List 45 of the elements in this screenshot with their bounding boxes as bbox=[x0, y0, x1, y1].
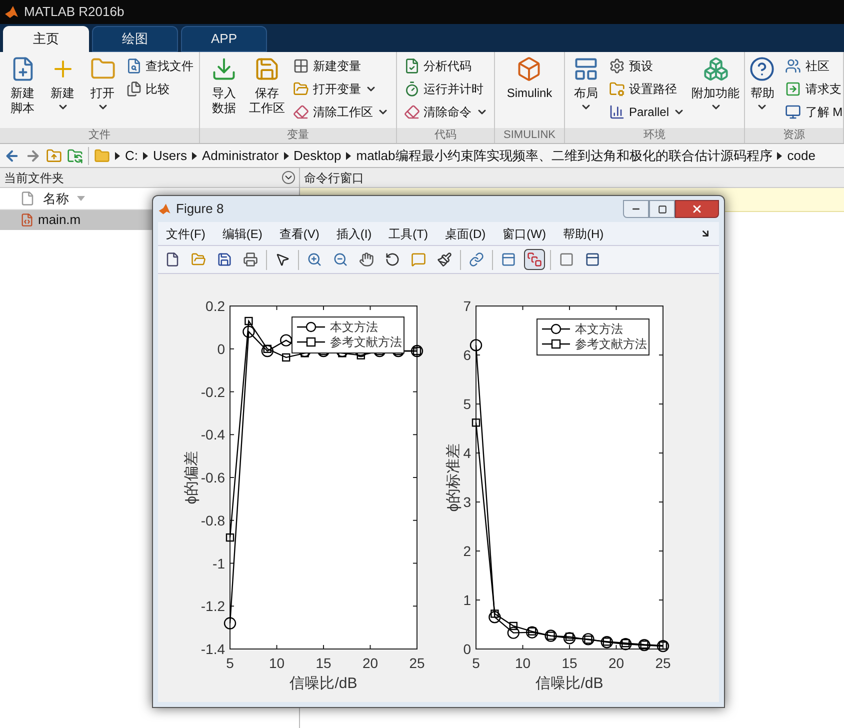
y-tick-label: 2 bbox=[463, 543, 471, 559]
legend-label: 参考文献方法 bbox=[330, 335, 402, 349]
y-tick-label: -0.8 bbox=[200, 512, 225, 528]
window-title: MATLAB R2016b bbox=[24, 3, 124, 22]
group-label: SIMULINK bbox=[495, 128, 564, 143]
x-tick-label: 25 bbox=[409, 655, 425, 671]
y-tick-label: -1.4 bbox=[200, 641, 225, 657]
y-axis-label: ϕ的标准差 bbox=[445, 443, 462, 512]
legend-label: 本文方法 bbox=[330, 320, 378, 334]
y-tick-label: 0 bbox=[217, 340, 225, 357]
x-axis-label: 信噪比/dB bbox=[536, 675, 604, 692]
x-tick-label: 20 bbox=[362, 655, 378, 671]
y-tick-label: -1 bbox=[212, 555, 225, 572]
panel-title: 命令行窗口 bbox=[304, 170, 364, 186]
y-tick-label: 0 bbox=[463, 641, 471, 657]
y-tick-label: 7 bbox=[463, 298, 471, 314]
group-label: 代码 bbox=[397, 128, 494, 143]
group-label: 环境 bbox=[565, 128, 744, 143]
y-tick-label: 5 bbox=[463, 396, 471, 412]
group-label: 资源 bbox=[745, 128, 843, 143]
group-label: 变量 bbox=[200, 128, 396, 143]
x-tick-label: 5 bbox=[226, 655, 234, 671]
x-tick-label: 15 bbox=[562, 655, 578, 671]
y-tick-label: 4 bbox=[463, 445, 471, 461]
x-tick-label: 20 bbox=[608, 655, 624, 671]
group-label: 文件 bbox=[0, 128, 199, 143]
y-tick-label: -0.6 bbox=[200, 470, 225, 486]
panel-title: 当前文件夹 bbox=[4, 170, 64, 186]
x-tick-label: 25 bbox=[655, 655, 671, 671]
y-tick-label: -0.4 bbox=[200, 426, 225, 443]
y-tick-label: 6 bbox=[463, 347, 471, 363]
x-axis-label: 信噪比/dB bbox=[290, 675, 358, 692]
y-tick-label: 1 bbox=[463, 592, 471, 608]
x-tick-label: 5 bbox=[472, 655, 480, 671]
y-tick-label: -0.2 bbox=[200, 384, 225, 400]
legend-label: 本文方法 bbox=[575, 322, 623, 336]
y-axis-label: ϕ的偏差 bbox=[183, 450, 200, 504]
x-tick-label: 10 bbox=[514, 655, 531, 671]
legend-label: 参考文献方法 bbox=[575, 337, 647, 351]
y-tick-label: -1.2 bbox=[200, 598, 225, 614]
y-tick-label: 3 bbox=[463, 494, 471, 510]
x-tick-label: 15 bbox=[316, 655, 332, 671]
file-name: main.m bbox=[38, 211, 81, 230]
x-tick-label: 10 bbox=[268, 655, 285, 671]
y-tick-label: 0.2 bbox=[206, 298, 225, 314]
